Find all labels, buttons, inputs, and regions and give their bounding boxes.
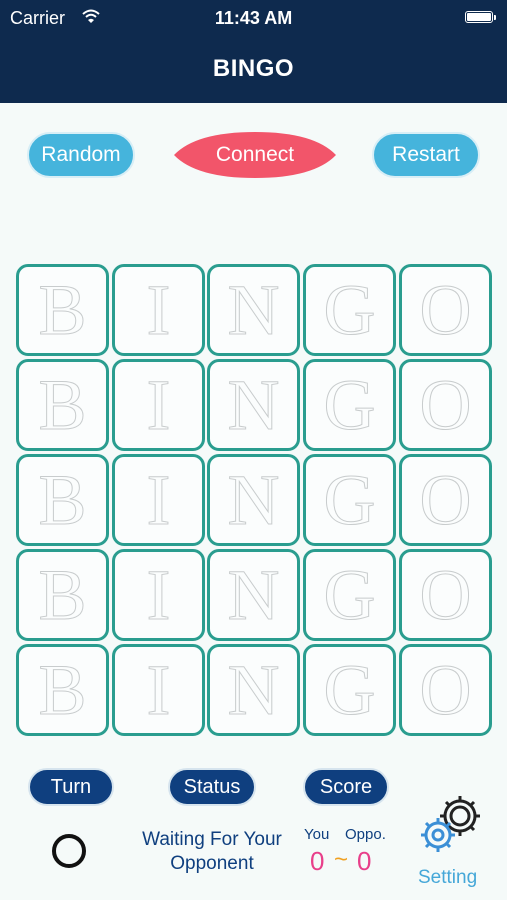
score-label: Score bbox=[303, 768, 389, 806]
random-button[interactable]: Random bbox=[27, 132, 135, 178]
status-label: Status bbox=[168, 768, 256, 806]
bingo-cell[interactable]: G bbox=[303, 359, 396, 451]
bingo-cell[interactable]: N bbox=[207, 359, 300, 451]
opponent-score: 0 bbox=[357, 846, 372, 876]
bingo-cell[interactable]: B bbox=[16, 454, 109, 546]
opponent-label: Oppo. bbox=[345, 826, 386, 843]
status-message: Waiting For Your Opponent bbox=[126, 828, 298, 876]
you-label: You bbox=[304, 826, 330, 843]
bingo-cell[interactable]: N bbox=[207, 644, 300, 736]
bingo-cell[interactable]: O bbox=[399, 359, 492, 451]
bingo-cell[interactable]: I bbox=[112, 359, 205, 451]
bingo-cell[interactable]: O bbox=[399, 454, 492, 546]
top-bar: Carrier 11:43 AM BINGO bbox=[0, 0, 507, 103]
bingo-cell[interactable]: I bbox=[112, 644, 205, 736]
bingo-cell[interactable]: B bbox=[16, 264, 109, 356]
status-message-line1: Waiting For Your bbox=[142, 829, 282, 850]
bingo-cell[interactable]: O bbox=[399, 264, 492, 356]
turn-circle-icon bbox=[52, 834, 86, 868]
gear-icon bbox=[421, 818, 455, 852]
bingo-cell[interactable]: G bbox=[303, 549, 396, 641]
bingo-cell[interactable]: N bbox=[207, 454, 300, 546]
battery-icon bbox=[465, 11, 496, 23]
bingo-cell[interactable]: N bbox=[207, 549, 300, 641]
bingo-cell[interactable]: N bbox=[207, 264, 300, 356]
restart-button[interactable]: Restart bbox=[372, 132, 480, 178]
bingo-cell[interactable]: B bbox=[16, 549, 109, 641]
page-title: BINGO bbox=[212, 55, 295, 82]
bingo-cell[interactable]: G bbox=[303, 644, 396, 736]
bingo-cell[interactable]: G bbox=[303, 454, 396, 546]
bingo-cell[interactable]: O bbox=[399, 549, 492, 641]
status-message-line2: Opponent bbox=[170, 853, 254, 874]
you-score: 0 bbox=[310, 846, 325, 876]
bingo-cell[interactable]: O bbox=[399, 644, 492, 736]
turn-label: Turn bbox=[28, 768, 114, 806]
bingo-cell[interactable]: B bbox=[16, 644, 109, 736]
bingo-cell[interactable]: B bbox=[16, 359, 109, 451]
bingo-cell[interactable]: I bbox=[112, 264, 205, 356]
connect-button[interactable]: Connect bbox=[172, 128, 338, 182]
bingo-cell[interactable]: I bbox=[112, 454, 205, 546]
clock: 11:43 AM bbox=[214, 8, 293, 28]
connect-button-label: Connect bbox=[215, 143, 295, 166]
bingo-cell[interactable]: G bbox=[303, 264, 396, 356]
setting-label: Setting bbox=[418, 867, 478, 888]
score-separator: ~ bbox=[334, 846, 349, 873]
bingo-cell[interactable]: I bbox=[112, 549, 205, 641]
bingo-board: B I N G O B I N G O B I N G O B I N G O … bbox=[16, 264, 492, 738]
